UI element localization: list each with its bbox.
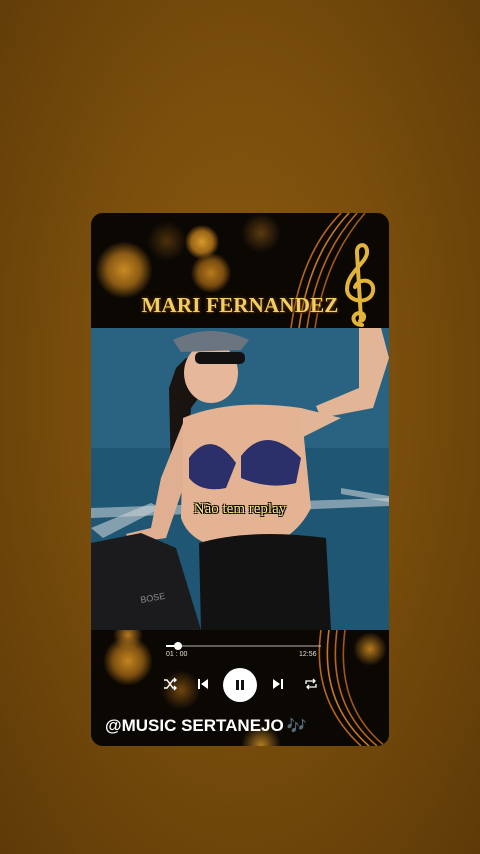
- progress-handle[interactable]: [174, 642, 183, 650]
- skip-previous-icon[interactable]: [191, 672, 215, 696]
- bokeh-light: [241, 213, 281, 253]
- track-duration: 12:56: [299, 651, 317, 658]
- bokeh-light: [147, 221, 187, 261]
- artist-title: MARI FERNANDEZ: [141, 293, 339, 317]
- card-header: MARI FERNANDEZ: [91, 213, 389, 328]
- progress-bar[interactable]: [166, 642, 321, 650]
- player-controls: 01 : 00 12:56 @MUSIC SERTANEJO 🎶: [91, 630, 389, 746]
- music-notes-emoji: 🎶: [286, 718, 307, 735]
- performer-photo: BOSE: [91, 328, 389, 630]
- bokeh-light: [191, 253, 231, 293]
- bokeh-light: [95, 241, 153, 299]
- pause-icon: [236, 680, 244, 690]
- repeat-icon[interactable]: [299, 672, 323, 696]
- video-frame[interactable]: BOSE Não tem replay: [91, 328, 389, 630]
- music-card: MARI FERNANDEZ BOSE Não tem replay 01: …: [91, 213, 389, 746]
- channel-handle-text: @MUSIC SERTANEJO: [105, 716, 284, 735]
- skip-next-icon[interactable]: [266, 672, 290, 696]
- channel-handle: @MUSIC SERTANEJO 🎶: [105, 716, 307, 736]
- video-subtitle: Não tem replay: [193, 501, 287, 517]
- play-pause-button[interactable]: [223, 668, 257, 702]
- shuffle-icon[interactable]: [158, 672, 182, 696]
- elapsed-time: 01 : 00: [166, 651, 188, 658]
